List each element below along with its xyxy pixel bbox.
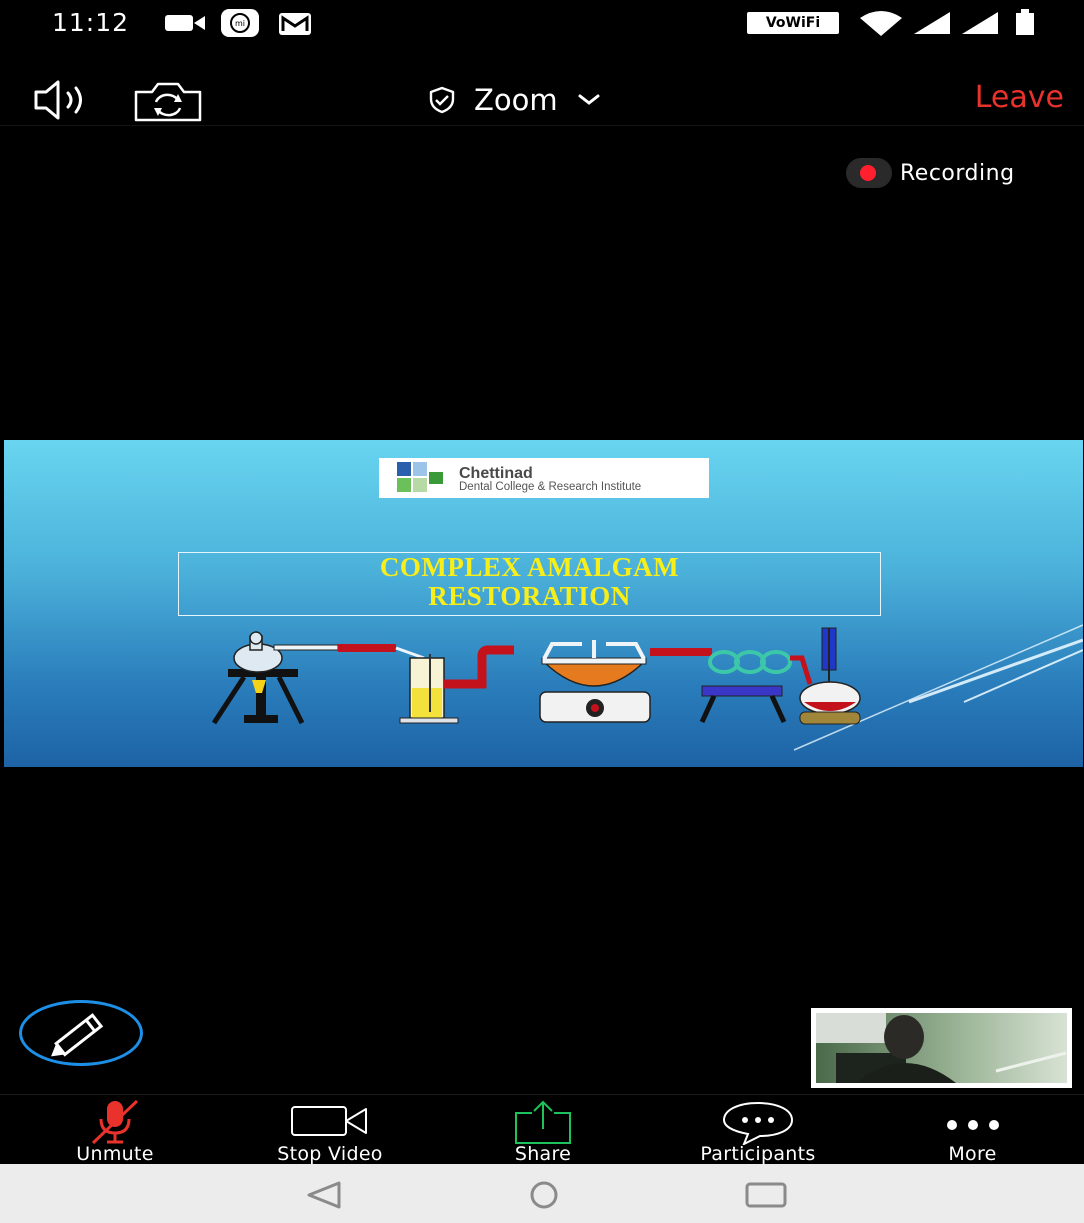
back-icon[interactable] [303,1180,345,1210]
wifi-icon [860,11,902,36]
meeting-toolbar: Zoom Leave [0,48,1084,126]
participants-button[interactable]: Participants [676,1095,840,1165]
leave-button[interactable]: Leave [975,80,1064,115]
meeting-controls: Unmute Stop Video Share Participants Mor… [0,1094,1084,1165]
annotate-button[interactable] [19,1000,143,1066]
chevron-down-icon [578,94,600,105]
system-navigation-bar [0,1164,1084,1223]
shield-icon [429,86,455,114]
stop-video-label: Stop Video [277,1143,383,1165]
recording-label: Recording [900,160,1015,186]
slide-title: COMPLEX AMALGAM RESTORATION [178,552,881,616]
self-video-thumbnail[interactable] [811,1008,1072,1088]
recording-indicator: Recording [846,156,1015,190]
gmail-icon [279,13,311,35]
more-label: More [948,1143,997,1165]
share-arrow-icon [515,1100,571,1144]
muted-microphone-icon [91,1099,139,1145]
meeting-title-dropdown[interactable]: Zoom [428,78,602,122]
share-button[interactable]: Share [490,1095,596,1165]
share-label: Share [514,1143,572,1165]
more-dots-icon [946,1120,999,1130]
chat-bubble-icon [722,1101,794,1145]
speaker-icon [34,80,82,120]
pencil-icon [51,1013,104,1057]
battery-icon [1016,9,1034,35]
stop-video-button[interactable]: Stop Video [255,1095,405,1165]
slide-title-line-2: RESTORATION [428,581,631,611]
signal-icon [914,12,950,34]
more-button[interactable]: More [925,1095,1020,1165]
recording-dot-icon [846,158,892,188]
meeting-title: Zoom [474,83,558,117]
recents-icon[interactable] [744,1180,788,1210]
signal-icon [962,12,998,34]
slide-title-line-1: COMPLEX AMALGAM [379,552,680,582]
switch-camera-icon [134,82,202,122]
self-video-feed [816,1013,1067,1083]
status-time: 11:12 [52,8,130,37]
institution-logo: Chettinad Dental College & Research Inst… [379,458,709,498]
status-bar: 11:12 mi VoWiFi [0,0,1084,48]
speaker-button[interactable] [30,78,100,122]
logo-subtitle: Dental College & Research Institute [459,481,642,493]
video-notification-icon [165,15,205,31]
vowifi-badge: VoWiFi [747,12,839,34]
unmute-label: Unmute [76,1143,154,1165]
participants-label: Participants [700,1143,816,1165]
switch-camera-button[interactable] [132,80,204,124]
video-camera-icon [291,1106,367,1136]
shared-screen-slide: Chettinad Dental College & Research Inst… [4,440,1083,767]
unmute-button[interactable]: Unmute [55,1095,175,1165]
home-icon[interactable] [523,1180,565,1210]
svg-text:mi: mi [235,19,245,28]
logo-mark-icon [397,462,443,492]
mi-app-icon: mi [221,9,259,37]
